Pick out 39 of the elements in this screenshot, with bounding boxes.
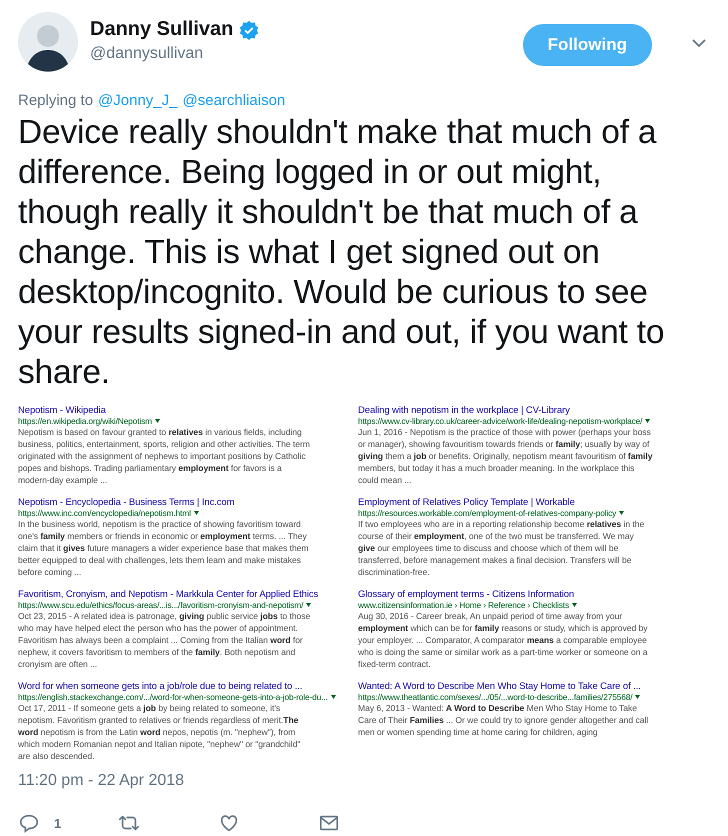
tweet-timestamp: 11:20 pm - 22 Apr 2018 bbox=[18, 772, 186, 790]
dropdown-arrow-icon[interactable] bbox=[306, 603, 312, 607]
result-snippet: Jun 1, 2016 - Nepotism is the practice of those with power (perhaps your boss or manager), showing favouritism towards friends or family; usually by way of giving them a job or benefits. Originally, nepotism meant favouritism of family members, but today it has a much broader meaning. In the workplace this could mean ... bbox=[358, 426, 653, 486]
result-url: https://www.theatlantic.com/sexes/.../05/...word-to-describe...families/275568/ bbox=[358, 692, 632, 702]
result-snippet: Oct 23, 2015 - A related idea is patronage, giving public service jobs to those who may have helped elect the person who has the power of appointment. Favoritism has always been a complaint ... Coming from the Italian word for nephew, it covers favoritism to members of the family. Both nepotism and cronyism are often ... bbox=[18, 610, 312, 670]
result-url: https://www.scu.edu/ethics/focus-areas/...is.../favoritism-cronyism-and-nepotism/ bbox=[18, 600, 304, 610]
result-title[interactable]: Wanted: A Word to Describe Men Who Stay Home to Take Care of ... bbox=[358, 681, 703, 692]
author-name[interactable]: Danny Sullivan bbox=[90, 18, 234, 41]
result-title[interactable]: Favoritism, Cronyism, and Nepotism - Markkula Center for Applied Ethics bbox=[18, 589, 348, 600]
result-url: https://resources.workable.com/employment-of-relatives-company-policy bbox=[358, 508, 616, 518]
reply-icon[interactable] bbox=[18, 812, 40, 834]
replying-to-label: Replying to bbox=[18, 92, 94, 109]
result-snippet: In the business world, nepotism is the practice of showing favoritism toward one's family members or friends in economic or employment terms. ... They claim that it gives future managers a wider experience base that makes them better equipped to deal with challenges, lets them learn and make mistakes before coming ... bbox=[18, 518, 310, 578]
result-snippet: If two employees who are in a reporting relationship become relatives in the course of their employment, one of the two must be transferred. We may give our employees time to discuss and choose which of them will be transferred, before management makes a final decision. Transfers will be discrimination-free. bbox=[358, 518, 646, 578]
result-snippet: Aug 30, 2016 - Career break, An unpaid period of time away from your employment which can be for family reasons or study, which is approved by your employer. ... Comparator, A comparator means a comparable employee who is doing the same or similar work as a part-time worker or someone on a fixed-term contract. bbox=[358, 610, 649, 670]
tweet-text: Device really shouldn't make that much of a difference. Being logged in or out might, though really it shouldn't be that much of a change. This is what I get signed out on desktop/incognito. Would be curious to see your results signed-in and out, if you want to share. bbox=[18, 113, 666, 393]
result-title[interactable]: Employment of Relatives Policy Template | Workable bbox=[358, 497, 703, 508]
result-snippet: Nepotism is based on favour granted to relatives in various fields, including business, politics, entertainment, sports, religion and other activities. The term originated with the assignment of nephews to important positions by Catholic popes and bishops. Trading parliamentary employment for favors is a modern-day example ... bbox=[18, 426, 311, 486]
dropdown-arrow-icon[interactable] bbox=[194, 511, 199, 515]
dropdown-arrow-icon[interactable] bbox=[572, 603, 577, 607]
result-url: https://www.cv-library.co.uk/career-advice/work-life/dealing-nepotism-workplace/ bbox=[358, 416, 642, 426]
result-title[interactable]: Nepotism - Encyclopedia - Business Terms | Inc.com bbox=[18, 497, 348, 508]
dropdown-arrow-icon[interactable] bbox=[154, 419, 160, 423]
dropdown-arrow-icon[interactable] bbox=[330, 695, 336, 699]
result-snippet: May 6, 2013 - Wanted: A Word to Describe Men Who Stay Home to Take Care of Their Families ... Or we could try to ignore gender altogether and call men or women spending time at home caring for children, aging bbox=[358, 702, 650, 738]
reply-count: 1 bbox=[54, 816, 62, 830]
result-title[interactable]: Word for when someone gets into a job/role due to being related to ... bbox=[18, 681, 348, 692]
result-snippet: Oct 17, 2011 - If someone gets a job by being related to someone, it's nepotism. Favoritism granted to relatives or friends regardless of merit.The word nepotism is from the Latin word nepos, nepotis (m. "nephew"), from which modern Romanian nepot and Italian nipote, "nephew" or "grandchild" are also descended. bbox=[18, 702, 302, 762]
author-handle[interactable]: @dannysullivan bbox=[90, 45, 511, 63]
result-title[interactable]: Dealing with nepotism in the workplace | CV-Library bbox=[358, 405, 703, 416]
dropdown-arrow-icon[interactable] bbox=[619, 511, 624, 515]
result-url: https://en.wikipedia.org/wiki/Nepotism bbox=[18, 416, 152, 426]
result-url: https://english.stackexchange.com/.../word-for-when-someone-gets-into-a-job-role-du... bbox=[18, 692, 328, 702]
dropdown-arrow-icon[interactable] bbox=[635, 695, 640, 699]
dropdown-arrow-icon[interactable] bbox=[645, 419, 650, 423]
result-title[interactable]: Nepotism - Wikipedia bbox=[18, 405, 348, 416]
result-url: www.citizensinformation.ie › Home › Reference › Checklists bbox=[358, 600, 569, 610]
result-url: https://www.inc.com/encyclopedia/nepotism.html bbox=[18, 508, 191, 518]
result-title[interactable]: Glossary of employment terms - Citizens Information bbox=[358, 589, 703, 600]
